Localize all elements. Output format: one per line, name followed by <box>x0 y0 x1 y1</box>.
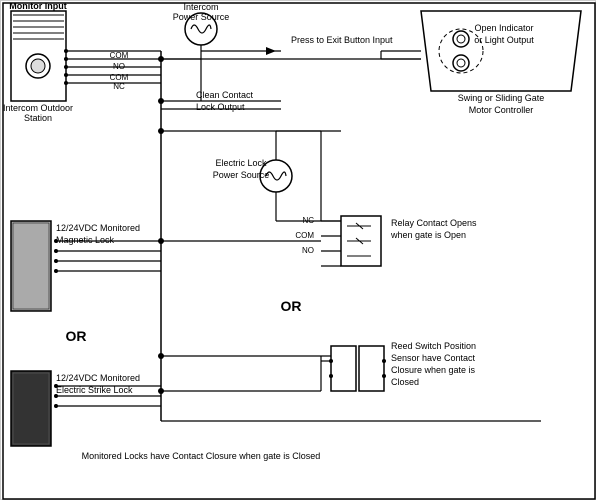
or-label-1: OR <box>281 298 302 314</box>
svg-text:NO: NO <box>302 246 314 255</box>
svg-text:Motor Controller: Motor Controller <box>469 105 534 115</box>
svg-text:COM: COM <box>295 231 314 240</box>
svg-text:Electric Strike Lock: Electric Strike Lock <box>56 385 133 395</box>
svg-text:Station: Station <box>24 113 52 123</box>
svg-text:Closed: Closed <box>391 377 419 387</box>
svg-text:NC: NC <box>113 82 125 91</box>
svg-text:Closure when gate is: Closure when gate is <box>391 365 476 375</box>
svg-text:Lock Output: Lock Output <box>196 102 245 112</box>
magnetic-lock-label: 12/24VDC Monitored <box>56 223 140 233</box>
svg-text:Sensor have Contact: Sensor have Contact <box>391 353 476 363</box>
svg-text:Power Source: Power Source <box>213 170 270 180</box>
gate-motor-label: Swing or Sliding Gate <box>458 93 545 103</box>
monitored-locks-label: Monitored Locks have Contact Closure whe… <box>82 451 321 461</box>
clean-contact-label: Clean Contact <box>196 90 254 100</box>
monitor-input-label: Monitor Input <box>9 1 66 11</box>
svg-text:COM: COM <box>110 73 129 82</box>
open-indicator-label: Open Indicator <box>474 23 533 33</box>
svg-text:when gate is Open: when gate is Open <box>390 230 466 240</box>
svg-text:NO: NO <box>113 62 125 71</box>
or-label-2: OR <box>66 328 87 344</box>
svg-text:COM: COM <box>110 51 129 60</box>
svg-text:or Light Output: or Light Output <box>474 35 534 45</box>
press-to-exit-label: Press to Exit Button Input <box>291 35 393 45</box>
electric-strike-label: 12/24VDC Monitored <box>56 373 140 383</box>
wiring-diagram: COM NO COM NC <box>0 0 596 500</box>
svg-text:NC: NC <box>302 216 314 225</box>
intercom-outdoor-label: Intercom Outdoor <box>3 103 73 113</box>
relay-contact-label: Relay Contact Opens <box>391 218 477 228</box>
intercom-power-label: Intercom <box>183 2 218 12</box>
reed-switch-label: Reed Switch Position <box>391 341 476 351</box>
electric-lock-power-label: Electric Lock <box>215 158 267 168</box>
svg-text:Power Source: Power Source <box>173 12 230 22</box>
svg-text:Magnetic Lock: Magnetic Lock <box>56 235 115 245</box>
